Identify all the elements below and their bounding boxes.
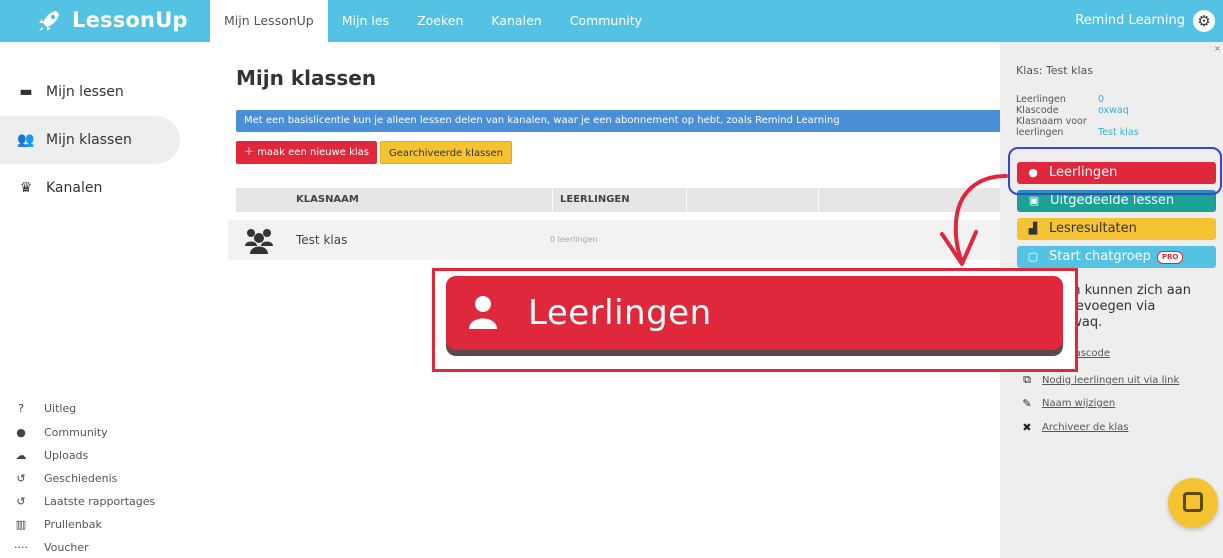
upload-icon: ☁ <box>15 449 27 462</box>
lesresultaten-button[interactable]: ▟ Lesresultaten <box>1017 218 1216 240</box>
classes-icon: 👥 <box>17 132 35 148</box>
lessons-icon: ▬ <box>19 84 33 100</box>
plus-icon: ＋ <box>244 147 258 158</box>
zoomed-leerlingen-button[interactable]: Leerlingen <box>446 276 1063 356</box>
detail-key: Klasnaam voor <box>1016 116 1087 127</box>
archived-classes-button[interactable]: Gearchiveerde klassen <box>380 141 512 164</box>
button-label: Lesresultaten <box>1049 221 1137 236</box>
nav-kanalen[interactable]: Kanalen <box>477 0 555 42</box>
sidebar-item-uploads[interactable]: ☁ Uploads <box>14 449 89 462</box>
trash-icon: ▥ <box>15 518 27 531</box>
column-header-klasnaam[interactable]: KLASNAAM <box>296 188 359 212</box>
class-name: Test klas <box>296 233 348 247</box>
rocket-icon <box>39 11 59 31</box>
column-divider <box>552 188 553 212</box>
zoomed-button-label: Leerlingen <box>528 293 712 333</box>
student-count: 0 leerlingen <box>550 235 598 244</box>
sidebar-item-community[interactable]: ● Community <box>14 426 108 439</box>
brand-name: LessonUp <box>72 8 188 32</box>
table-row[interactable]: Test klas 0 leerlingen <box>228 220 1006 260</box>
external-link-icon: ⧉ <box>1023 373 1031 386</box>
link-label: Archiveer de klas <box>1042 422 1129 433</box>
page-title: Mijn klassen <box>236 66 377 90</box>
sidebar-item-label: Laatste rapportages <box>44 495 156 508</box>
chat-icon <box>1183 492 1203 512</box>
nav-mijn-les[interactable]: Mijn les <box>328 0 403 42</box>
account-name[interactable]: Remind Learning <box>1075 0 1185 42</box>
highlight-outline <box>1008 147 1222 195</box>
nav-mijn-lessonup[interactable]: Mijn LessonUp <box>210 0 328 42</box>
chat-icon: ● <box>16 426 26 439</box>
pencil-icon: ✎ <box>1022 397 1032 410</box>
note-line: gen kunnen zich aan <box>1056 283 1191 298</box>
class-details: Leerlingen 0 Klascode oxwaq Klasnaam voor … <box>1016 94 1139 138</box>
column-divider <box>686 188 687 212</box>
group-icon <box>245 229 273 254</box>
sidebar-item-label: Mijn klassen <box>46 132 132 148</box>
note-line: stoevoegen via <box>1056 299 1156 314</box>
sidebar-item-geschiedenis[interactable]: ↺ Geschiedenis <box>14 472 117 485</box>
sidebar-item-voucher[interactable]: ···· Voucher <box>14 541 89 554</box>
license-banner: Met een basislicentie kun je alleen less… <box>236 110 1006 132</box>
user-icon <box>469 296 497 329</box>
sidebar-item-rapportages[interactable]: ↺ Laatste rapportages <box>14 495 155 508</box>
join-instructions: gen kunnen zich aan stoevoegen via oxwaq… <box>1056 283 1216 331</box>
top-bar: LessonUp Mijn LessonUp Mijn les Zoeken K… <box>0 0 1223 42</box>
sidebar-item-label: Uitleg <box>44 402 77 415</box>
crown-icon: ♛ <box>19 180 33 196</box>
close-icon: ✖ <box>1022 421 1032 434</box>
sidebar-item-prullenbak[interactable]: ▥ Prullenbak <box>14 518 102 531</box>
rename-link[interactable]: ✎ Naam wijzigen <box>1020 397 1115 410</box>
button-label: Start chatgroep <box>1049 249 1151 264</box>
sidebar-item-label: Geschiedenis <box>44 472 118 485</box>
sidebar-item-mijn-lessen[interactable]: ▬ Mijn lessen <box>0 68 180 116</box>
link-label: Nodig leerlingen uit via link <box>1042 374 1180 386</box>
history-icon: ↺ <box>16 472 26 485</box>
nav-community[interactable]: Community <box>556 0 656 42</box>
gear-icon[interactable]: ⚙ <box>1193 10 1215 32</box>
sidebar-item-label: Prullenbak <box>44 518 102 531</box>
detail-key: Klascode <box>1016 105 1059 116</box>
sidebar-item-label: Voucher <box>44 541 89 554</box>
archive-link[interactable]: ✖ Archiveer de klas <box>1020 421 1128 434</box>
table-header: KLASNAAM LEERLINGEN <box>236 188 1006 212</box>
support-chat-button[interactable] <box>1168 478 1218 528</box>
button-label: maak een nieuwe klas <box>257 147 369 158</box>
sidebar-item-kanalen[interactable]: ♛ Kanalen <box>0 164 180 212</box>
detail-value[interactable]: Test klas <box>1098 127 1139 138</box>
sidebar: ▬ Mijn lessen 👥 Mijn klassen ♛ Kanalen ?… <box>0 42 210 558</box>
column-divider <box>818 188 819 212</box>
help-icon: ? <box>18 402 24 415</box>
top-nav: Mijn LessonUp Mijn les Zoeken Kanalen Co… <box>210 0 656 42</box>
annotation-arrow-icon <box>940 174 1008 266</box>
voucher-icon: ···· <box>14 541 28 554</box>
app-root: LessonUp Mijn LessonUp Mijn les Zoeken K… <box>0 0 1223 558</box>
zoomed-button-face: Leerlingen <box>446 276 1063 350</box>
detail-key: leerlingen <box>1016 127 1064 138</box>
close-panel-icon[interactable]: × <box>1214 44 1221 53</box>
sidebar-item-label: Uploads <box>44 449 89 462</box>
reports-icon: ↺ <box>16 495 26 508</box>
nav-zoeken[interactable]: Zoeken <box>403 0 477 42</box>
new-class-button[interactable]: ＋ maak een nieuwe klas <box>236 141 377 164</box>
panel-title: Klas: Test klas <box>1016 64 1093 77</box>
note-line: oxwaq. <box>1056 315 1103 330</box>
logo[interactable]: LessonUp <box>0 0 210 42</box>
link-label: Naam wijzigen <box>1042 398 1116 409</box>
detail-value: 0 <box>1098 94 1105 105</box>
invite-via-link[interactable]: ⧉ Nodig leerlingen uit via link <box>1020 373 1179 387</box>
sidebar-item-label: Mijn lessen <box>46 84 124 100</box>
sidebar-item-mijn-klassen[interactable]: 👥 Mijn klassen <box>0 116 180 164</box>
sidebar-item-label: Kanalen <box>46 180 103 196</box>
column-header-leerlingen[interactable]: LEERLINGEN <box>560 188 630 212</box>
detail-value: oxwaq <box>1098 105 1129 116</box>
sidebar-item-uitleg[interactable]: ? Uitleg <box>14 402 76 415</box>
pro-badge: PRO <box>1156 250 1184 264</box>
sidebar-item-label: Community <box>44 426 108 439</box>
start-chatgroep-button[interactable]: ▢ Start chatgroep PRO <box>1017 246 1216 268</box>
detail-key: Leerlingen <box>1016 94 1066 105</box>
